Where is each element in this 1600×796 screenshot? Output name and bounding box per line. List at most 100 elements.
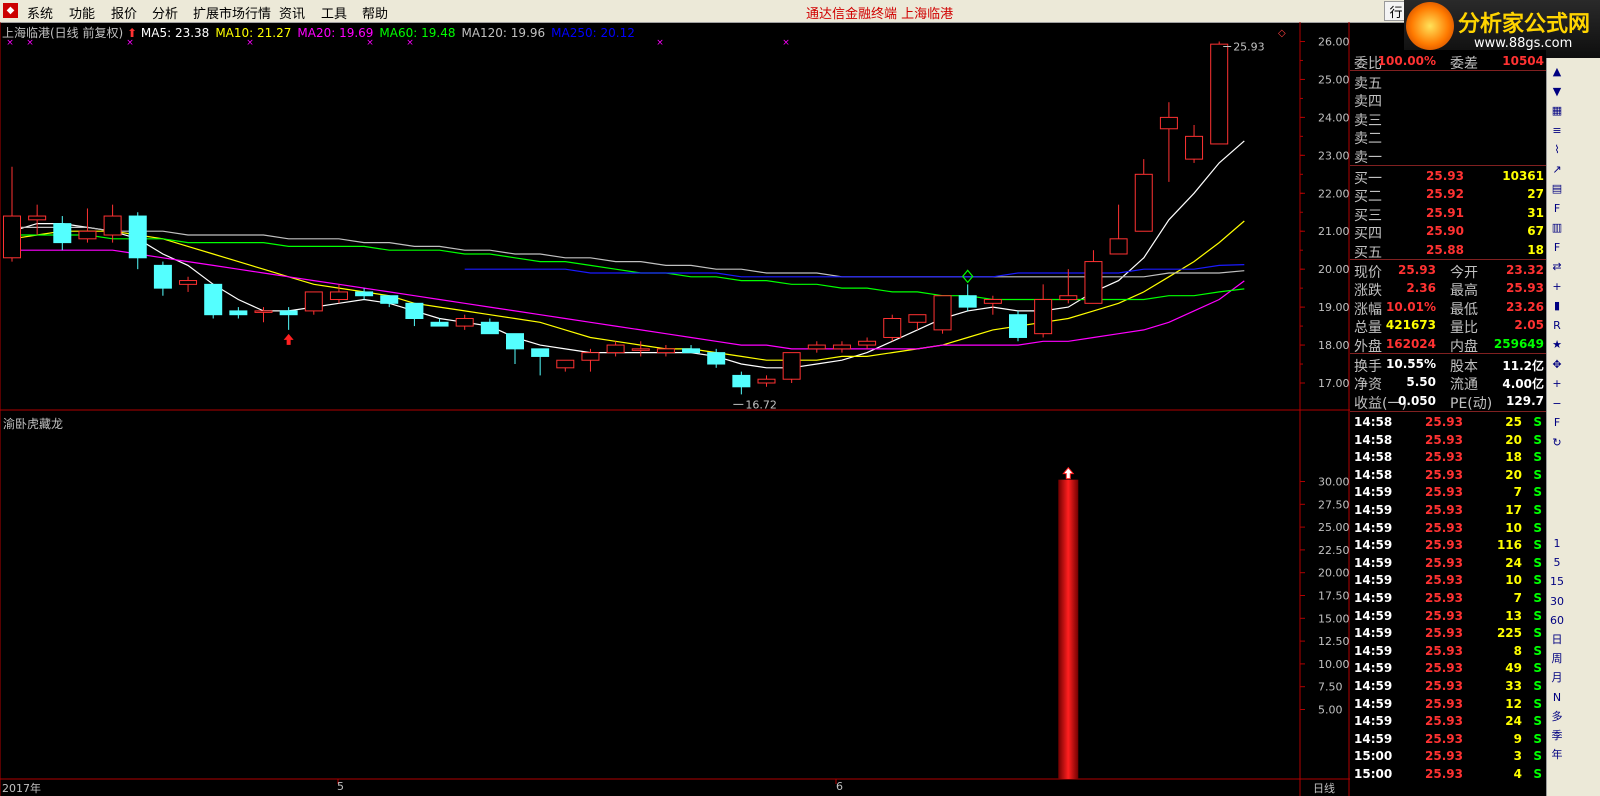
menu-news[interactable]: 资讯 — [279, 3, 305, 22]
refresh-icon[interactable]: ↻ — [1549, 435, 1565, 451]
tick-side: S — [1533, 643, 1542, 658]
grid-icon[interactable]: ▤ — [1549, 181, 1565, 197]
period-button[interactable]: N — [1549, 690, 1565, 706]
stat-value: 10.01% — [1386, 299, 1436, 314]
date-label-year: 2017年 — [2, 782, 41, 795]
period-button[interactable]: 季 — [1549, 728, 1565, 744]
table-icon[interactable]: ▥ — [1549, 220, 1565, 236]
tick-row: 14:59 25.93 8 S — [1350, 643, 1546, 660]
tick-price: 25.93 — [1425, 520, 1463, 535]
list-icon[interactable]: ≡ — [1549, 123, 1565, 139]
tick-side: S — [1533, 749, 1542, 764]
menu-tools[interactable]: 工具 — [321, 3, 347, 22]
star-icon[interactable]: ★ — [1549, 337, 1565, 353]
trend-icon[interactable]: ↗ — [1549, 162, 1565, 178]
tick-price: 25.93 — [1425, 450, 1463, 465]
menu-analysis[interactable]: 分析 — [152, 3, 178, 22]
ma-line-ma60 — [12, 234, 1245, 301]
tick-time: 14:59 — [1354, 555, 1393, 570]
period-button[interactable]: 30 — [1549, 594, 1565, 610]
menu-extended-market[interactable]: 扩展市场行情 — [193, 3, 271, 22]
candle-body — [455, 317, 474, 327]
buy-level-volume: 10361 — [1502, 169, 1544, 183]
candle-body — [732, 374, 751, 388]
candle-body — [279, 310, 298, 316]
tick-time: 14:59 — [1354, 661, 1393, 676]
tick-side: S — [1533, 591, 1542, 605]
tick-row: 14:59 25.93 7 S — [1350, 484, 1546, 501]
menu-function[interactable]: 功能 — [69, 3, 95, 22]
f10-icon[interactable]: F — [1549, 201, 1565, 217]
menu-bar: ◆ 系统 功能 报价 分析 扩展市场行情 资讯 工具 帮助 通达信金融终端 上海… — [0, 0, 1600, 23]
f2-icon[interactable]: F — [1549, 240, 1565, 256]
period-button[interactable]: 月 — [1549, 670, 1565, 686]
tick-volume: 8 — [1513, 643, 1522, 658]
tick-side: S — [1533, 467, 1542, 482]
period-button[interactable]: 日 — [1549, 632, 1565, 648]
up-arrow-icon: ⬆ — [127, 26, 138, 40]
candle-body — [682, 348, 701, 354]
price-tick-label: 18.00 — [1318, 339, 1350, 352]
plus-icon[interactable]: + — [1549, 279, 1565, 295]
ma-line-ma10 — [11, 220, 1245, 361]
tick-time: 14:59 — [1354, 520, 1393, 535]
app-icon[interactable]: ◆ — [3, 3, 18, 18]
candle-body — [807, 344, 826, 350]
indicator-tick-label: 27.50 — [1318, 498, 1350, 511]
candle-body — [430, 321, 449, 327]
period-label[interactable]: 日线 — [1313, 780, 1335, 796]
period-button[interactable]: 5 — [1549, 555, 1565, 571]
tick-price: 25.93 — [1425, 591, 1463, 605]
tick-row: 14:58 25.93 18 S — [1350, 449, 1546, 466]
period-toolbar: ▲ ▼ ▦ ≡ ⌇ ↗ ▤ F ▥ F ⇄ + ▮ R ★ ✥ + − F ↻ 1 5 15 30 60 日周月 N 多季年 — [1546, 58, 1567, 796]
period-button[interactable]: 60 — [1549, 613, 1565, 629]
candle-body — [304, 291, 323, 312]
signal-x-marker: × — [656, 38, 664, 48]
move-icon[interactable]: ✥ — [1549, 357, 1565, 373]
compare-icon[interactable]: ⇄ — [1549, 259, 1565, 275]
scroll-up-icon[interactable]: ▲ — [1549, 64, 1565, 80]
bar-chart-icon[interactable]: ▮ — [1549, 298, 1565, 314]
zoom-in-icon[interactable]: + — [1549, 376, 1565, 392]
period-button[interactable]: 多 — [1549, 709, 1565, 725]
candle-body — [707, 352, 726, 365]
tick-row: 14:58 25.93 20 S — [1350, 432, 1546, 449]
tick-row: 14:59 25.93 24 S — [1350, 555, 1546, 572]
period-button[interactable]: 15 — [1549, 574, 1565, 590]
tick-row: 15:00 25.93 4 S — [1350, 766, 1546, 783]
stat-row: 涨幅 10.01% 最低 23.26 — [1350, 298, 1546, 318]
f5-icon[interactable]: F — [1549, 415, 1565, 431]
tick-side: S — [1533, 731, 1542, 746]
tick-side: S — [1533, 714, 1542, 729]
menu-help[interactable]: 帮助 — [362, 3, 388, 22]
stat-value: 25.93 — [1398, 263, 1436, 277]
tick-time: 15:00 — [1354, 749, 1393, 764]
tick-row: 14:59 25.93 33 S — [1350, 678, 1546, 695]
menu-system[interactable]: 系统 — [27, 3, 53, 22]
rsi-icon[interactable]: R — [1549, 318, 1565, 334]
scroll-down-icon[interactable]: ▼ — [1549, 84, 1565, 100]
kline-chart[interactable]: 17.00 18.00 19.00 20.00 21.00 22.00 23.00 24.00… — [0, 22, 1350, 796]
tick-volume: 18 — [1505, 450, 1522, 465]
candle-body — [556, 359, 575, 369]
candle-body — [53, 223, 72, 244]
candle-body — [3, 215, 21, 259]
candle-body — [153, 264, 172, 289]
period-button[interactable]: 年 — [1549, 747, 1565, 763]
fundamental-label: PE(动) — [1450, 395, 1493, 412]
tick-time: 14:59 — [1354, 679, 1393, 693]
tick-time: 14:58 — [1354, 467, 1393, 482]
buy-level-volume: 18 — [1527, 242, 1544, 257]
chart-icon[interactable]: ⌇ — [1549, 142, 1565, 158]
fundamental-value: 11.2亿 — [1502, 359, 1544, 373]
book-icon[interactable]: ▦ — [1549, 103, 1565, 119]
candle-body — [1134, 173, 1153, 232]
candle-body — [1034, 299, 1053, 335]
stat-value: 2.05 — [1514, 318, 1544, 333]
period-button[interactable]: 1 — [1549, 536, 1565, 552]
buy-level-volume: 67 — [1527, 224, 1544, 239]
indicator-tick-label: 22.50 — [1318, 544, 1350, 557]
zoom-out-icon[interactable]: − — [1549, 396, 1565, 412]
period-button[interactable]: 周 — [1549, 651, 1565, 667]
menu-quote[interactable]: 报价 — [111, 3, 137, 22]
